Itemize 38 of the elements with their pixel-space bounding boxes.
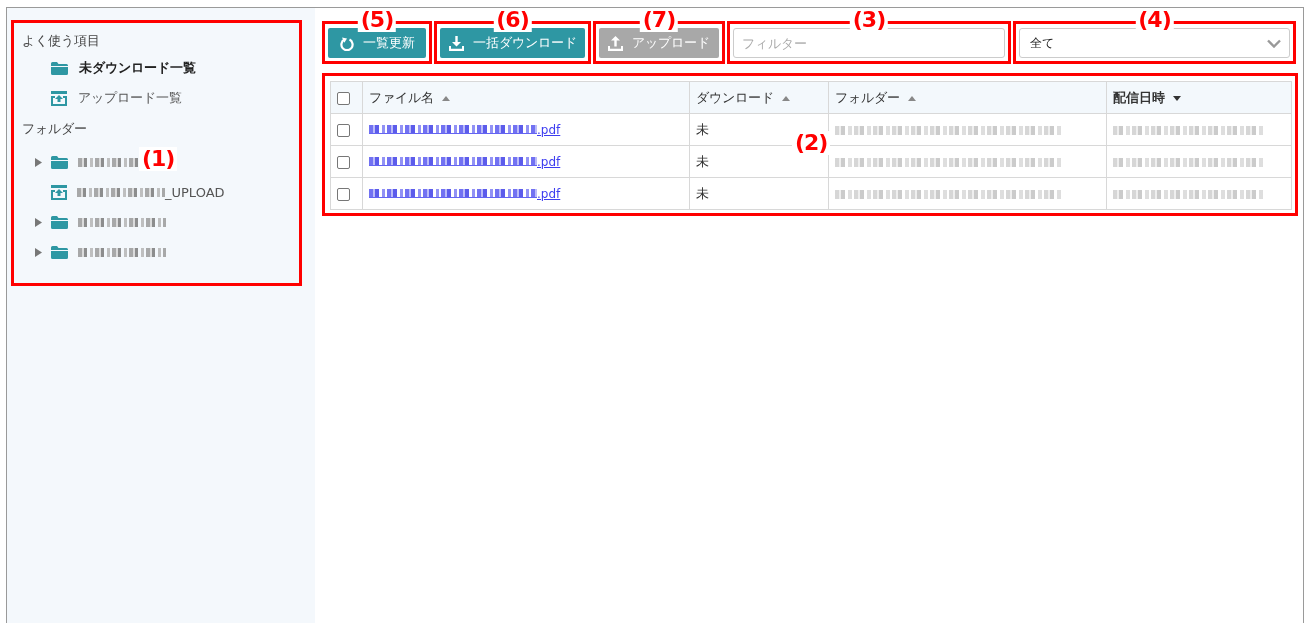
file-link[interactable]: .pdf [537, 186, 561, 201]
upload-tray-icon [51, 184, 67, 200]
checkbox[interactable] [337, 188, 350, 201]
annotation-label: (2) [792, 131, 831, 155]
checkbox[interactable] [337, 92, 350, 105]
section-heading: よく使う項目 [22, 32, 101, 50]
checkbox[interactable] [337, 124, 350, 137]
chevron-down-icon [1267, 38, 1281, 48]
file-link[interactable]: .pdf [537, 122, 561, 137]
refresh-icon [339, 35, 354, 51]
folder-icon [51, 245, 68, 259]
checkbox[interactable] [337, 156, 350, 169]
sidebar-item[interactable]: アップロード一覧 [22, 83, 182, 113]
annotation-label: (3) [849, 8, 889, 32]
column-header[interactable]: フォルダー [835, 89, 900, 105]
column-header[interactable]: 配信日時 [1113, 89, 1165, 105]
annotation-label: (4) [1135, 8, 1174, 32]
folder-icon [51, 155, 68, 169]
table-cell: 未 [696, 185, 709, 201]
upload-tray-icon [51, 90, 67, 106]
annotation-label: (6) [493, 8, 532, 32]
table-cell: 未 [696, 121, 709, 137]
annotation-label: (7) [639, 8, 679, 32]
file-link[interactable]: .pdf [537, 154, 561, 169]
caret-right-icon[interactable] [35, 247, 42, 257]
folder-icon [51, 215, 68, 229]
folder-icon [51, 61, 68, 75]
upload-icon [608, 35, 623, 51]
table-cell: 未 [696, 153, 709, 169]
caret-right-icon[interactable] [35, 217, 42, 227]
caret-right-icon[interactable] [35, 157, 42, 167]
sidebar-item[interactable]: 未ダウンロード一覧 [22, 53, 196, 83]
download-icon [448, 35, 464, 51]
annotation-label: (1) [139, 147, 178, 171]
section-heading: フォルダー [22, 120, 88, 138]
column-header[interactable]: ファイル名 [369, 89, 434, 105]
annotation-label: (5) [357, 8, 397, 32]
folder-name-suffix[interactable]: _UPLOAD [165, 184, 225, 200]
